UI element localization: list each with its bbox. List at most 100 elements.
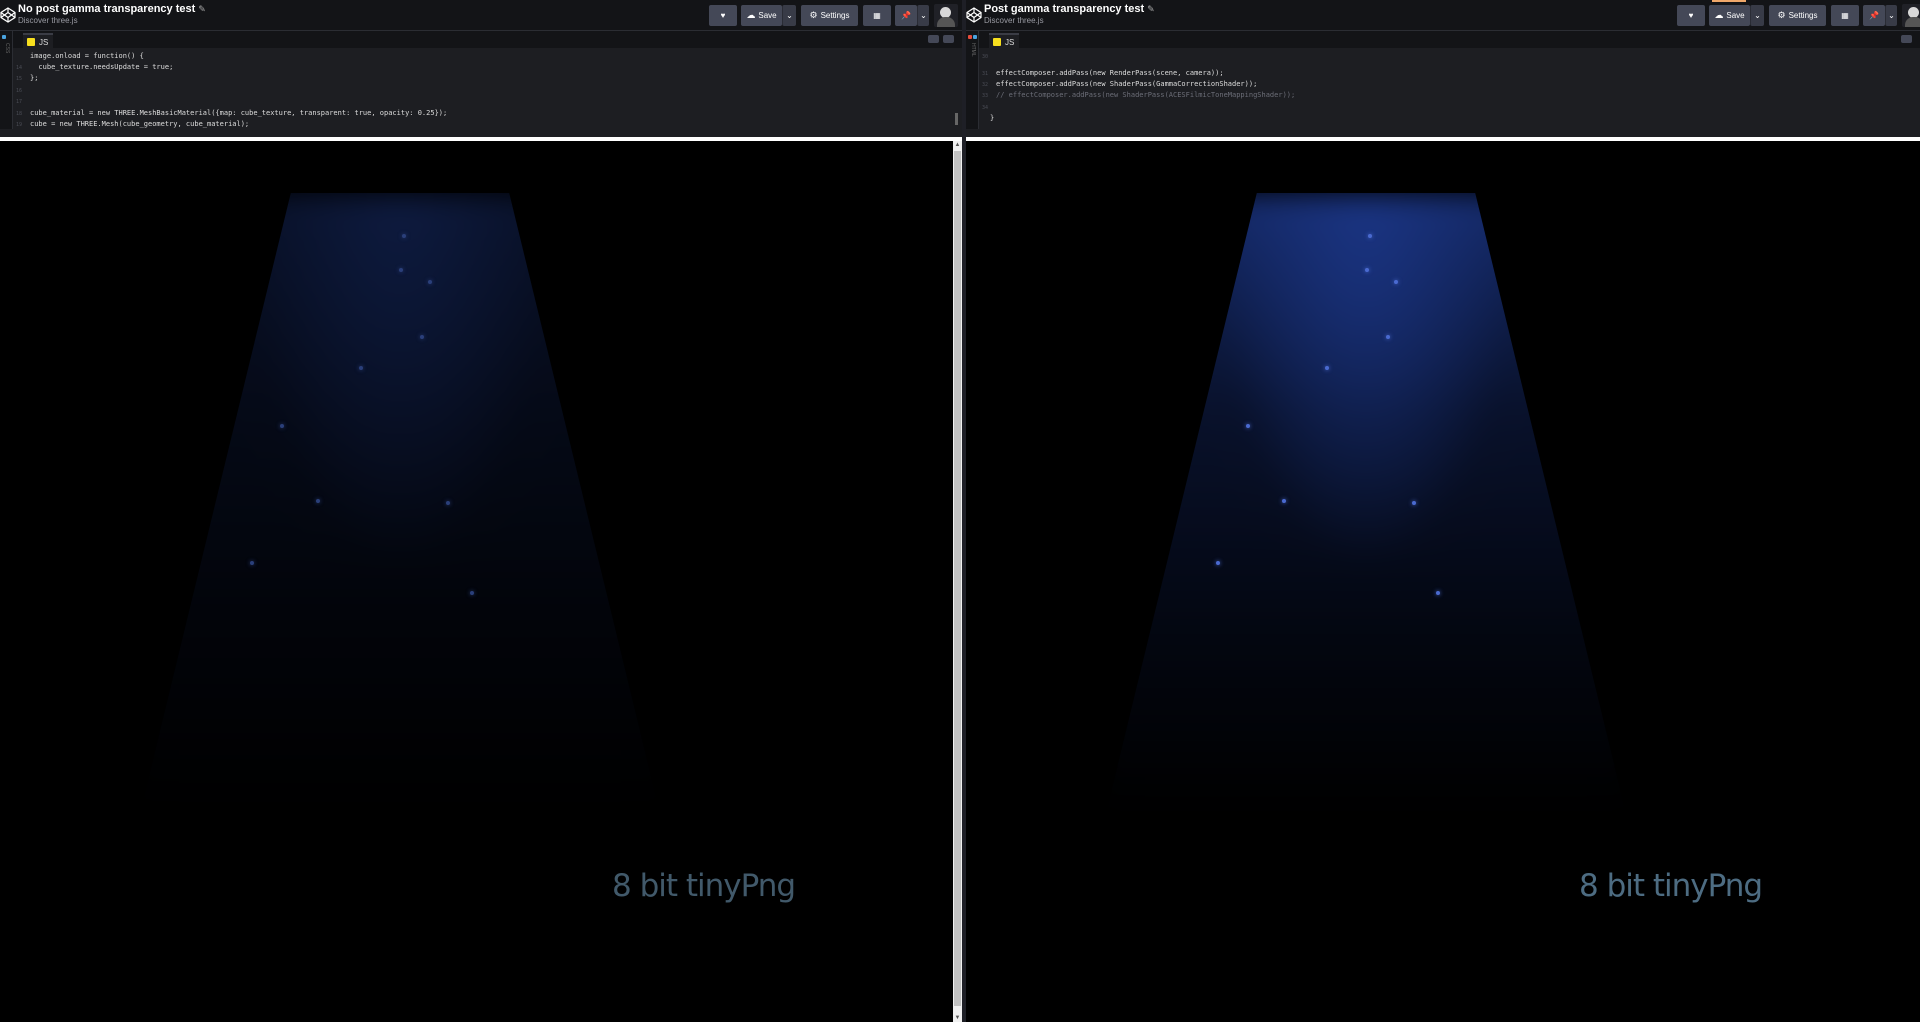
code-line: 18 cube_material = new THREE.MeshBasicMat… <box>16 109 448 117</box>
particle <box>1368 234 1372 238</box>
code-line: } <box>990 114 995 122</box>
editor-settings-button[interactable] <box>928 35 939 43</box>
heart-icon: ♥ <box>720 11 726 20</box>
title-block: Post gamma transparency test ✎ Discover t… <box>984 3 1155 26</box>
particle <box>446 501 450 505</box>
heart-icon: ♥ <box>1688 11 1694 20</box>
title-block: No post gamma transparency test ✎ Discove… <box>18 3 206 26</box>
js-icon <box>993 38 1001 46</box>
like-button[interactable]: ♥ <box>709 5 737 26</box>
texture-watermark: 8 bit tinyPng <box>1579 868 1763 904</box>
code-line: 32 effectComposer.addPass(new ShaderPass(… <box>982 80 1258 88</box>
pencil-icon[interactable]: ✎ <box>198 4 206 14</box>
particle <box>399 268 403 272</box>
particle <box>402 234 406 238</box>
save-dropdown-button[interactable]: ⌄ <box>1750 5 1764 26</box>
code-area[interactable]: image.onload = function() { 14 cube_text… <box>16 48 952 129</box>
tab-js[interactable]: JS <box>23 33 53 48</box>
code-line: 17 <box>16 99 23 105</box>
settings-button[interactable]: ⚙ Settings <box>1769 5 1826 26</box>
particle <box>1246 424 1250 428</box>
pin-icon: 📌 <box>901 11 911 20</box>
particle <box>1365 268 1369 272</box>
save-button[interactable]: ☁ Save <box>1709 5 1750 26</box>
gear-icon: ⚙ <box>809 10 818 20</box>
light-beam <box>1106 193 1626 813</box>
particle <box>280 424 284 428</box>
particle <box>1394 280 1398 284</box>
particle <box>420 335 424 339</box>
editor-tabbar: JS <box>13 31 962 48</box>
pen-subtitle[interactable]: Discover three.js <box>984 16 1155 26</box>
chevron-down-icon: ⌄ <box>1888 11 1895 20</box>
code-line: 16 <box>16 88 23 94</box>
result-preview: 8 bit tinyPng <box>966 141 1920 1022</box>
tab-js[interactable]: JS <box>989 33 1019 48</box>
layout-icon: ▦ <box>873 11 881 20</box>
js-editor: CSS JS image.onload = function() { 14 cu… <box>0 31 962 129</box>
pin-button[interactable]: 📌 <box>895 5 917 26</box>
chevron-down-icon: ⌄ <box>1754 11 1761 20</box>
scrollbar-thumb[interactable] <box>954 151 961 1006</box>
settings-button[interactable]: ⚙ Settings <box>801 5 858 26</box>
save-progress-indicator <box>1712 0 1746 2</box>
code-line: 15}; <box>16 74 39 82</box>
preview-scrollbar[interactable]: ▲ ▼ <box>953 141 962 1022</box>
js-editor: HTML JS 30 31 effectComposer.addPass(new … <box>966 31 1920 129</box>
change-view-button[interactable]: ▦ <box>1831 5 1859 26</box>
particle <box>1386 335 1390 339</box>
pen-title[interactable]: No post gamma transparency test <box>18 3 195 15</box>
scroll-down-icon[interactable]: ▼ <box>953 1014 962 1022</box>
code-line: 34 <box>982 105 989 111</box>
cloud-icon: ☁ <box>746 10 756 20</box>
codepen-logo-icon[interactable] <box>966 7 982 23</box>
avatar[interactable] <box>1902 4 1920 27</box>
editor-settings-button[interactable] <box>1901 35 1912 43</box>
pencil-icon[interactable]: ✎ <box>1147 4 1155 14</box>
light-beam <box>140 193 660 813</box>
editor-scrollbar[interactable] <box>955 113 958 125</box>
change-view-button[interactable]: ▦ <box>863 5 891 26</box>
header-bar: Post gamma transparency test ✎ Discover t… <box>966 0 1920 31</box>
particle <box>1282 499 1286 503</box>
editor-collapse-button[interactable] <box>943 35 954 43</box>
editor-side-strip: HTML <box>966 31 979 129</box>
chevron-down-icon: ⌄ <box>786 11 793 20</box>
avatar[interactable] <box>934 4 958 27</box>
pin-icon: 📌 <box>1869 11 1879 20</box>
pen-subtitle[interactable]: Discover three.js <box>18 16 206 26</box>
pin-dropdown-button[interactable]: ⌄ <box>917 5 929 26</box>
chevron-down-icon: ⌄ <box>920 11 927 20</box>
screen-root: No post gamma transparency test ✎ Discove… <box>0 0 1920 1022</box>
pen-title[interactable]: Post gamma transparency test <box>984 3 1144 15</box>
left-codepen-window: No post gamma transparency test ✎ Discove… <box>0 0 962 1022</box>
particle <box>250 561 254 565</box>
pin-dropdown-button[interactable]: ⌄ <box>1885 5 1897 26</box>
code-line: 19 cube = new THREE.Mesh(cube_geometry, c… <box>16 120 250 128</box>
editor-tabbar: JS <box>979 31 1920 48</box>
like-button[interactable]: ♥ <box>1677 5 1705 26</box>
save-dropdown-button[interactable]: ⌄ <box>782 5 796 26</box>
gear-icon: ⚙ <box>1777 10 1786 20</box>
editor-side-strip: CSS <box>0 31 13 129</box>
header-bar: No post gamma transparency test ✎ Discove… <box>0 0 962 31</box>
code-line: 31 effectComposer.addPass(new RenderPass(… <box>982 69 1224 77</box>
particle <box>470 591 474 595</box>
particle <box>1325 366 1329 370</box>
codepen-logo-icon[interactable] <box>0 7 16 23</box>
layout-icon: ▦ <box>1841 11 1849 20</box>
result-preview: 8 bit tinyPng <box>0 141 962 1022</box>
cloud-icon: ☁ <box>1714 10 1724 20</box>
particle <box>1412 501 1416 505</box>
save-button[interactable]: ☁ Save <box>741 5 782 26</box>
js-icon <box>27 38 35 46</box>
particle <box>428 280 432 284</box>
right-codepen-window: Post gamma transparency test ✎ Discover t… <box>966 0 1920 1022</box>
code-line: 30 <box>982 54 989 60</box>
scroll-up-icon[interactable]: ▲ <box>953 141 962 149</box>
particle <box>316 499 320 503</box>
pin-button[interactable]: 📌 <box>1863 5 1885 26</box>
texture-watermark: 8 bit tinyPng <box>612 868 796 904</box>
code-line: 14 cube_texture.needsUpdate = true; <box>16 63 174 71</box>
code-area[interactable]: 30 31 effectComposer.addPass(new RenderPa… <box>982 48 1910 129</box>
